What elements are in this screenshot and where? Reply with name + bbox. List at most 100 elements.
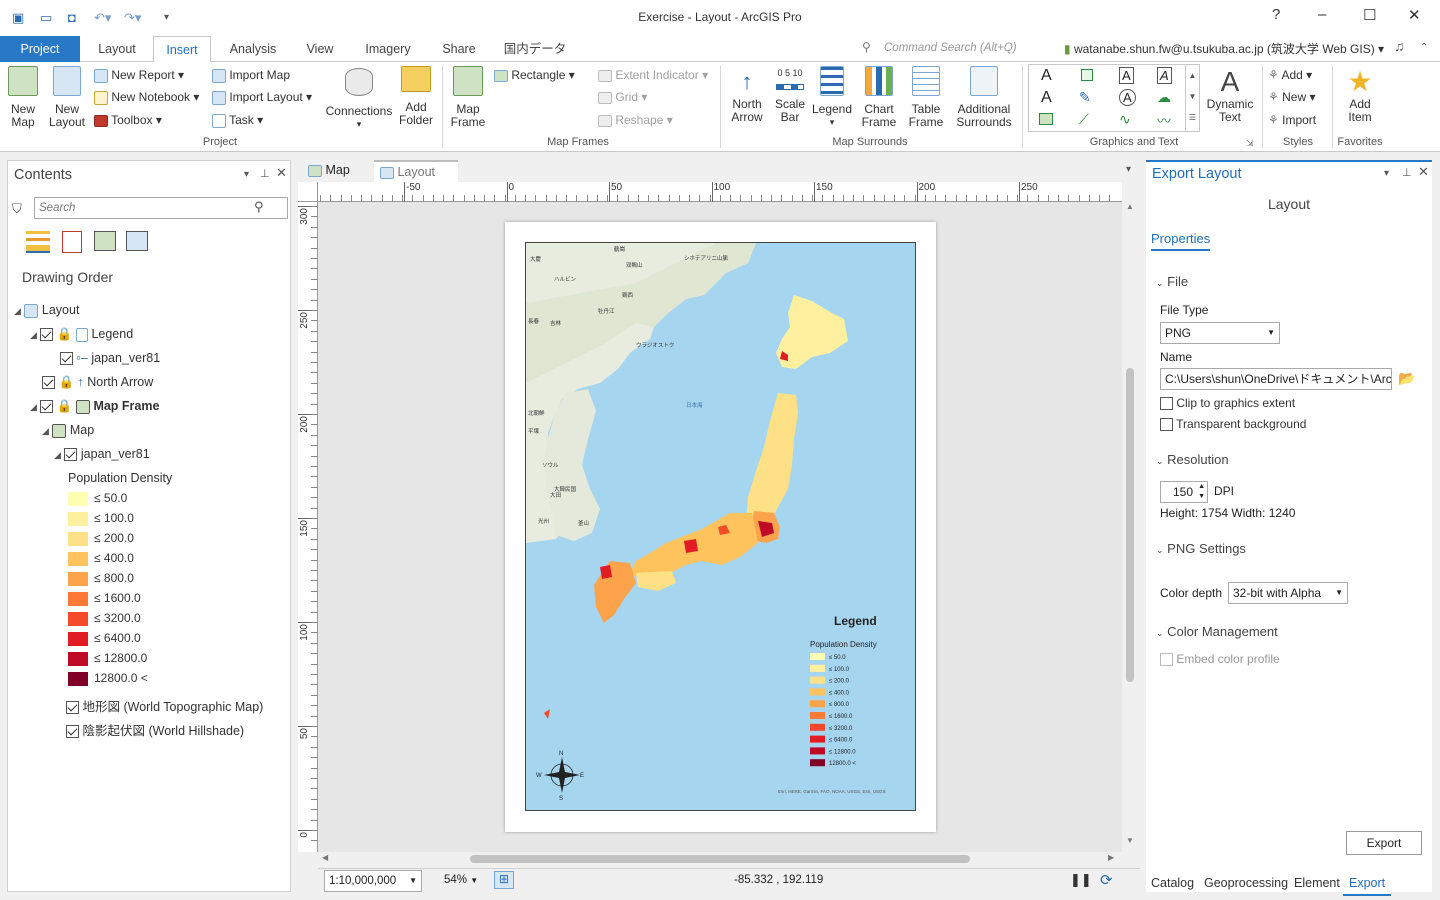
- view-tab-map[interactable]: Map: [302, 160, 372, 182]
- cloud-icon[interactable]: ☁: [1157, 89, 1171, 106]
- command-search-input[interactable]: Command Search (Alt+Q): [856, 38, 1054, 58]
- new-notebook-button[interactable]: New Notebook ▾: [94, 90, 199, 105]
- embed-profile-checkbox[interactable]: [1160, 653, 1173, 667]
- tab-share[interactable]: Share: [432, 36, 486, 62]
- import-map-button[interactable]: Import Map: [212, 68, 290, 83]
- tab-project[interactable]: Project: [0, 36, 80, 62]
- expand-icon[interactable]: ◢: [30, 330, 37, 340]
- symbology-class[interactable]: ≤ 100.0: [68, 511, 134, 526]
- graphics-gallery[interactable]: A A A A ✎ A ☁ ⟋ ∿ 〰 ▲ ▼ ☰: [1028, 64, 1200, 132]
- view-tab-layout[interactable]: Layout ✕: [374, 160, 458, 194]
- dpi-input[interactable]: 150 ▲ ▼: [1160, 481, 1208, 503]
- symbology-class[interactable]: ≤ 1600.0: [68, 591, 141, 606]
- topo-checkbox[interactable]: [66, 701, 79, 715]
- boxed-text-icon[interactable]: A: [1119, 67, 1134, 84]
- contents-search-icon[interactable]: ⚲: [254, 199, 264, 215]
- embed-profile-option[interactable]: Embed color profile: [1160, 652, 1280, 667]
- straight-text-icon[interactable]: A: [1041, 89, 1052, 107]
- scroll-left-icon[interactable]: ◀: [322, 853, 328, 862]
- dynamic-text-button[interactable]: A Dynamic Text: [1204, 66, 1256, 124]
- tab-japan-data[interactable]: 国内データ: [498, 36, 572, 62]
- symbology-class[interactable]: ≤ 400.0: [68, 551, 134, 566]
- legend-visibility-checkbox[interactable]: [40, 328, 54, 342]
- legend-button[interactable]: Legend ▾: [810, 66, 854, 129]
- transparent-checkbox[interactable]: [1160, 418, 1173, 432]
- north-arrow-checkbox[interactable]: [42, 376, 55, 390]
- clip-checkbox[interactable]: [1160, 397, 1173, 411]
- extent-indicator-button[interactable]: Extent Indicator ▾: [598, 68, 708, 82]
- lock-icon[interactable]: 🔒: [58, 375, 74, 389]
- contents-search-input[interactable]: Search: [34, 197, 288, 219]
- connections-button[interactable]: Connections ▾: [324, 68, 394, 131]
- pane-menu-icon[interactable]: ▾: [244, 169, 249, 180]
- chart-frame-button[interactable]: Chart Frame: [856, 66, 902, 129]
- pause-drawing-icon[interactable]: ❚❚: [1070, 872, 1092, 888]
- new-style-button[interactable]: ⚘ New ▾: [1268, 90, 1315, 104]
- color-depth-select[interactable]: 32-bit with Alpha ▼: [1228, 582, 1348, 604]
- scroll-right-icon[interactable]: ▶: [1108, 853, 1114, 862]
- legend-layer-checkbox[interactable]: [60, 352, 73, 366]
- minimize-button[interactable]: –: [1318, 6, 1326, 23]
- filter-icon[interactable]: ⛉: [12, 201, 22, 217]
- pin-icon[interactable]: ⊥: [1402, 166, 1412, 179]
- list-source-icon[interactable]: [94, 231, 116, 251]
- tree-topo-basemap[interactable]: 地形図 (World Topographic Map): [66, 696, 263, 715]
- symbology-class[interactable]: 12800.0 <: [68, 671, 148, 686]
- tree-map-frame[interactable]: ◢ 🔒 Map Frame: [30, 399, 159, 414]
- symbology-class[interactable]: ≤ 800.0: [68, 571, 134, 586]
- tree-layer[interactable]: ◢ japan_ver81: [54, 447, 150, 462]
- rectangle-button[interactable]: Rectangle ▾: [494, 68, 575, 82]
- tab-insert[interactable]: Insert: [153, 36, 211, 63]
- pane-menu-icon[interactable]: ▾: [1384, 168, 1389, 179]
- list-drawing-order-icon[interactable]: [26, 231, 50, 253]
- list-editing-icon[interactable]: [126, 231, 148, 251]
- symbology-class[interactable]: ≤ 200.0: [68, 531, 134, 546]
- lock-icon[interactable]: 🔒: [57, 327, 73, 341]
- list-selection-icon[interactable]: [62, 231, 82, 253]
- color-management-header[interactable]: ⌄ Color Management: [1156, 624, 1278, 639]
- file-name-input[interactable]: C:\Users\shun\OneDrive\ドキュメント\ArcGIS: [1160, 368, 1392, 390]
- import-style-button[interactable]: ⚘ Import: [1268, 113, 1316, 127]
- text-icon[interactable]: A: [1041, 67, 1052, 85]
- properties-tab[interactable]: Properties: [1151, 231, 1211, 251]
- layer-checkbox[interactable]: [64, 448, 78, 462]
- scale-combobox[interactable]: 1:10,000,000 ▼: [324, 870, 422, 892]
- new-map-button[interactable]: New Map: [4, 66, 42, 129]
- dialog-launcher-icon[interactable]: ⇲: [1246, 138, 1254, 149]
- symbology-class[interactable]: ≤ 50.0: [68, 491, 127, 506]
- task-button[interactable]: Task ▾: [212, 113, 263, 128]
- notification-bell-icon[interactable]: ♫: [1394, 38, 1405, 54]
- scroll-up-icon[interactable]: ▲: [1126, 202, 1134, 211]
- pane-close-icon[interactable]: ✕: [1418, 164, 1429, 180]
- hillshade-checkbox[interactable]: [66, 725, 79, 739]
- zoom-level[interactable]: 54% ▼: [444, 874, 478, 886]
- freehand-icon[interactable]: ✎: [1079, 89, 1091, 106]
- expand-icon[interactable]: ◢: [42, 426, 49, 436]
- add-item-button[interactable]: ★ Add Item: [1336, 66, 1384, 124]
- transparent-option[interactable]: Transparent background: [1160, 417, 1306, 432]
- tab-layout[interactable]: Layout: [86, 36, 148, 62]
- symbology-class[interactable]: ≤ 3200.0: [68, 611, 141, 626]
- add-style-button[interactable]: ⚘ Add ▾: [1268, 68, 1312, 82]
- tab-element[interactable]: Element: [1294, 876, 1340, 890]
- gallery-scroll[interactable]: ▲ ▼ ☰: [1185, 65, 1199, 131]
- toolbox-button[interactable]: Toolbox ▾: [94, 113, 162, 127]
- maximize-button[interactable]: ☐: [1363, 6, 1376, 24]
- symbology-class[interactable]: ≤ 12800.0: [68, 651, 147, 666]
- table-frame-button[interactable]: Table Frame: [904, 66, 948, 129]
- scale-bar-button[interactable]: 0 5 10 Scale Bar: [770, 66, 810, 124]
- expand-icon[interactable]: ◢: [14, 306, 21, 316]
- add-folder-button[interactable]: Add Folder: [396, 66, 436, 127]
- reshape-button[interactable]: Reshape ▾: [598, 113, 673, 127]
- browse-folder-icon[interactable]: 📂: [1398, 370, 1415, 387]
- clip-option[interactable]: Clip to graphics extent: [1160, 396, 1295, 411]
- png-settings-header[interactable]: ⌄ PNG Settings: [1156, 541, 1246, 556]
- expand-icon[interactable]: ◢: [54, 450, 61, 460]
- additional-surrounds-button[interactable]: Additional Surrounds: [952, 66, 1016, 129]
- tree-legend[interactable]: ◢ 🔒 Legend: [30, 327, 133, 342]
- map-frame-button[interactable]: Map Frame: [446, 66, 490, 129]
- export-button[interactable]: Export: [1346, 831, 1422, 855]
- tab-view[interactable]: View: [296, 36, 344, 62]
- tree-north-arrow[interactable]: 🔒 ↑ North Arrow: [42, 375, 153, 390]
- user-account[interactable]: ▮ watanabe.shun.fw@u.tsukuba.ac.jp (筑波大学…: [1064, 40, 1384, 57]
